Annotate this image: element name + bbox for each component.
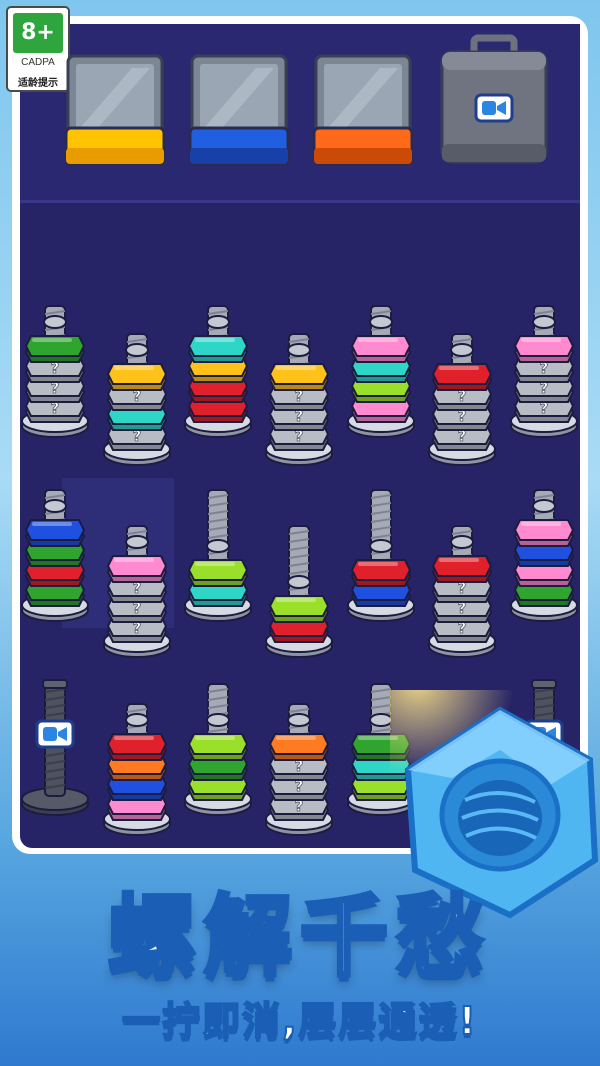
orange-box[interactable]	[312, 54, 414, 166]
screw[interactable]: ???	[428, 333, 496, 466]
yellow-nut	[268, 363, 330, 391]
screw[interactable]	[184, 489, 252, 622]
screw[interactable]	[347, 305, 415, 438]
video-camera-icon	[474, 93, 514, 123]
pink-nut	[350, 335, 412, 363]
game-promo-screen: 8+ CADPA 适龄提示 ??????????????????????? 螺解…	[0, 0, 600, 1066]
video-camera-icon	[35, 719, 75, 749]
headline: 螺解千愁	[0, 866, 600, 993]
screw[interactable]	[184, 305, 252, 438]
blue-box[interactable]	[188, 54, 290, 166]
pink-nut	[513, 519, 575, 547]
locked-box[interactable]	[440, 34, 548, 164]
locked-screw[interactable]	[21, 679, 89, 816]
yellow-box[interactable]	[64, 54, 166, 166]
slogan: 一拧即消,层层通透!	[0, 990, 600, 1045]
screw[interactable]: ??	[103, 333, 171, 466]
screw[interactable]: ???	[103, 525, 171, 658]
red-nut	[431, 363, 493, 391]
slogan-text: 一拧即消,层层通透!	[121, 998, 478, 1044]
screw[interactable]	[510, 489, 578, 622]
green-nut	[24, 335, 86, 363]
pink-nut	[513, 335, 575, 363]
screw[interactable]: ???	[265, 703, 333, 836]
red-nut	[106, 733, 168, 761]
screw[interactable]	[103, 703, 171, 836]
yellow-nut	[106, 363, 168, 391]
screw[interactable]	[265, 525, 333, 658]
screw[interactable]: ???	[265, 333, 333, 466]
lime-nut	[268, 595, 330, 623]
pink-nut	[106, 555, 168, 583]
screw[interactable]: ???	[21, 305, 89, 438]
teal-nut	[187, 335, 249, 363]
red-nut	[350, 559, 412, 587]
screw[interactable]: ???	[428, 525, 496, 658]
blue-nut	[24, 519, 86, 547]
orange-nut	[268, 733, 330, 761]
screw[interactable]: ???	[510, 305, 578, 438]
lime-nut	[187, 733, 249, 761]
screw[interactable]	[184, 683, 252, 816]
lime-nut	[187, 559, 249, 587]
headline-text: 螺解千愁	[106, 883, 492, 990]
red-nut	[431, 555, 493, 583]
screw[interactable]	[21, 489, 89, 622]
screw[interactable]	[347, 489, 415, 622]
